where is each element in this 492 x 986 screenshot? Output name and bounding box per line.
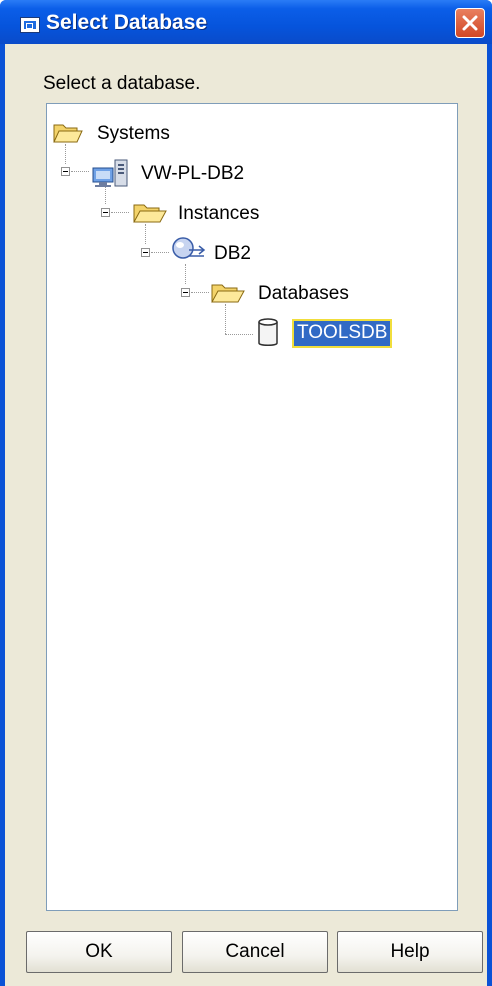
dialog-window: Select Database Select a database. Syste… <box>0 0 492 986</box>
tree-connector <box>191 292 209 293</box>
instruction-text: Select a database. <box>43 73 201 94</box>
tree-connector <box>151 252 169 253</box>
database-tree[interactable]: Systems VW-PL-DB2 Instances DB2 Database… <box>46 103 458 911</box>
folder-open-icon <box>53 124 83 143</box>
collapse-toggle[interactable] <box>181 288 190 297</box>
database-icon <box>258 318 278 346</box>
cancel-button[interactable]: Cancel <box>182 931 328 973</box>
computer-icon <box>92 159 128 187</box>
tree-node-databases[interactable]: Databases <box>258 283 349 305</box>
tree-node-instance[interactable]: DB2 <box>214 243 251 265</box>
ok-button[interactable]: OK <box>26 931 172 973</box>
collapse-toggle[interactable] <box>101 208 110 217</box>
tree-connector <box>71 171 89 172</box>
folder-open-icon <box>211 284 245 303</box>
tree-node-systems[interactable]: Systems <box>97 123 170 145</box>
tree-connector <box>111 212 129 213</box>
tree-connector <box>185 264 186 284</box>
tree-connector <box>225 304 226 334</box>
collapse-toggle[interactable] <box>141 248 150 257</box>
close-icon <box>462 15 478 31</box>
help-button[interactable]: Help <box>337 931 483 973</box>
instance-icon <box>172 237 206 259</box>
close-button[interactable] <box>455 8 485 38</box>
collapse-toggle[interactable] <box>61 167 70 176</box>
folder-open-icon <box>133 204 167 223</box>
tree-connector <box>65 144 66 164</box>
console-icon <box>20 17 40 33</box>
tree-node-database-selected[interactable]: TOOLSDB <box>291 319 393 348</box>
tree-node-system[interactable]: VW-PL-DB2 <box>141 163 244 185</box>
tree-connector <box>225 334 253 335</box>
tree-node-instances[interactable]: Instances <box>178 203 259 225</box>
window-title: Select Database <box>46 11 208 34</box>
title-bar[interactable]: Select Database <box>0 0 492 44</box>
tree-connector <box>145 224 146 244</box>
